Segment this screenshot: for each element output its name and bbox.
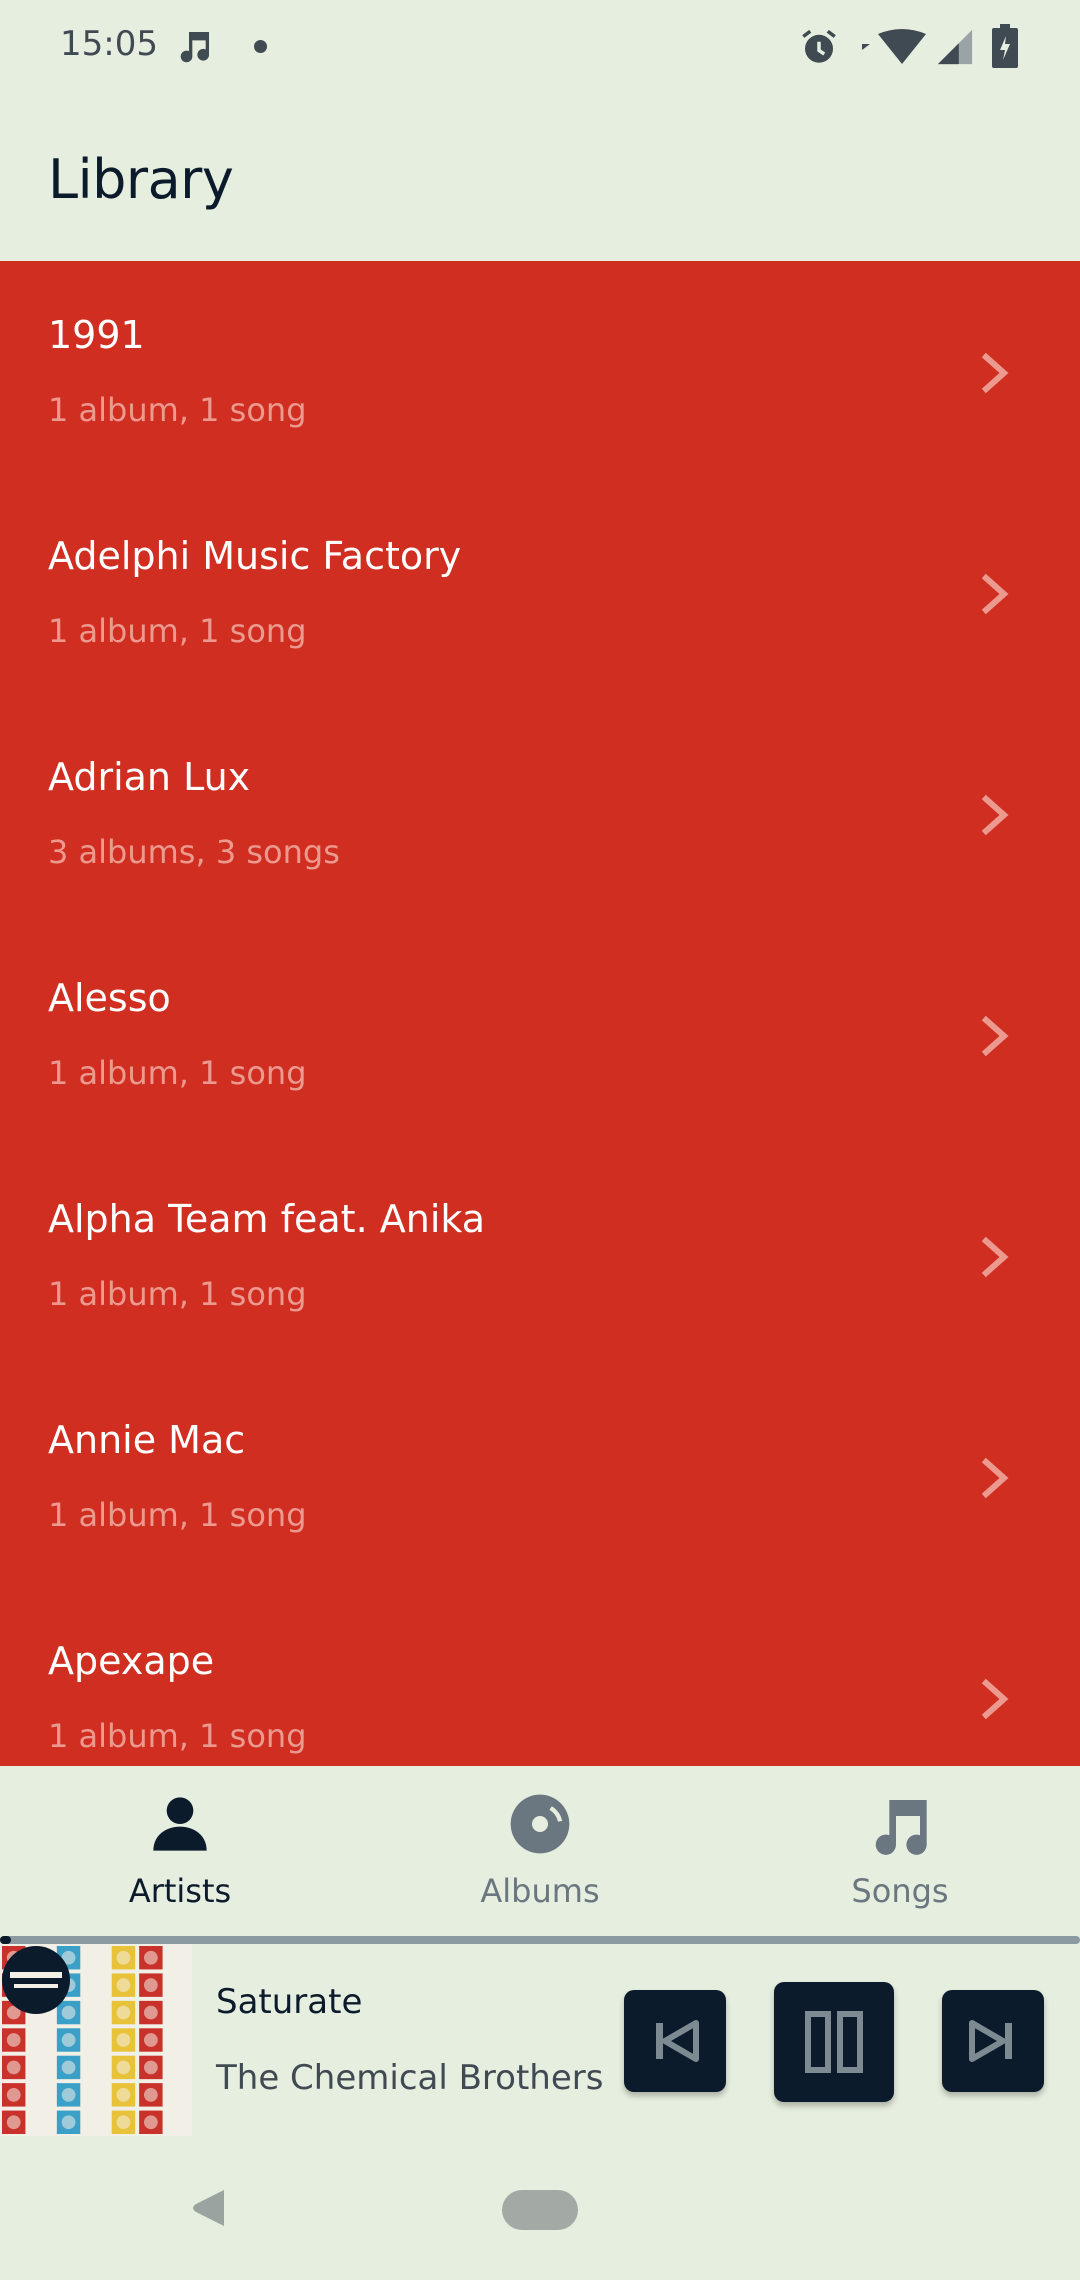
system-nav-bar: [0, 2136, 1080, 2280]
tab-artists[interactable]: Artists: [0, 1766, 360, 1936]
tab-artists-label: Artists: [128, 1872, 232, 1910]
status-time: 15:05: [60, 24, 158, 64]
track-artist: The Chemical Brothers: [216, 2058, 604, 2098]
artist-name: Alesso: [48, 976, 171, 1020]
artist-meta: 1 album, 1 song: [48, 1275, 307, 1313]
chevron-right-icon: [981, 794, 1009, 836]
disc-icon: [510, 1794, 570, 1854]
alarm-icon: [802, 29, 836, 63]
artist-name: Adelphi Music Factory: [48, 534, 462, 578]
artist-list[interactable]: 1991 1 album, 1 song Adelphi Music Factory…: [0, 261, 1080, 1766]
skip-previous-icon: [656, 2020, 699, 2062]
home-pill[interactable]: [502, 2190, 578, 2230]
track-title: Saturate: [216, 1982, 363, 2022]
tab-songs-label: Songs: [851, 1872, 949, 1910]
album-art-image: [0, 1944, 192, 2136]
chevron-right-icon: [981, 1236, 1009, 1278]
now-playing-bar[interactable]: Saturate The Chemical Brothers: [0, 1944, 1080, 2136]
pause-button[interactable]: [774, 1982, 894, 2102]
wifi-icon: [862, 29, 926, 64]
artist-meta: 1 album, 1 song: [48, 1496, 307, 1534]
artist-meta: 1 album, 1 song: [48, 1717, 307, 1755]
artist-meta: 1 album, 1 song: [48, 391, 307, 429]
music-note-icon: [180, 32, 209, 63]
album-art[interactable]: [0, 1944, 192, 2136]
tab-songs[interactable]: Songs: [720, 1766, 1080, 1936]
artist-name: Alpha Team feat. Anika: [48, 1197, 485, 1241]
person-icon: [153, 1797, 207, 1851]
page-title: Library: [48, 148, 234, 211]
dot-icon: [254, 40, 267, 53]
artist-row[interactable]: Adrian Lux 3 albums, 3 songs: [0, 703, 1080, 924]
chevron-right-icon: [981, 1457, 1009, 1499]
artist-row[interactable]: Apexape 1 album, 1 song: [0, 1587, 1080, 1766]
previous-button[interactable]: [624, 1990, 726, 2092]
signal-icon: [937, 29, 973, 65]
bottom-nav: Artists Albums Songs: [0, 1766, 1080, 1936]
artist-row[interactable]: Alpha Team feat. Anika 1 album, 1 song: [0, 1145, 1080, 1366]
artist-row[interactable]: 1991 1 album, 1 song: [0, 261, 1080, 482]
status-bar: 15:05: [0, 0, 1080, 96]
artist-meta: 1 album, 1 song: [48, 1054, 307, 1092]
chevron-right-icon: [981, 573, 1009, 615]
artist-row[interactable]: Annie Mac 1 album, 1 song: [0, 1366, 1080, 1587]
music-note-icon: [875, 1800, 927, 1855]
pause-icon: [805, 2011, 863, 2073]
tab-albums-label: Albums: [480, 1872, 600, 1910]
playback-progress[interactable]: [0, 1936, 1080, 1944]
back-icon[interactable]: [190, 2190, 224, 2226]
artist-name: Annie Mac: [48, 1418, 246, 1462]
chevron-right-icon: [981, 1678, 1009, 1720]
playback-progress-fill: [0, 1936, 11, 1944]
artist-row[interactable]: Alesso 1 album, 1 song: [0, 924, 1080, 1145]
artist-name: Apexape: [48, 1639, 215, 1683]
battery-icon: [992, 24, 1018, 68]
next-button[interactable]: [942, 1990, 1044, 2092]
tab-albums[interactable]: Albums: [360, 1766, 720, 1936]
artist-meta: 3 albums, 3 songs: [48, 833, 340, 871]
skip-next-icon: [969, 2020, 1012, 2062]
artist-row[interactable]: Adelphi Music Factory 1 album, 1 song: [0, 482, 1080, 703]
artist-meta: 1 album, 1 song: [48, 612, 307, 650]
artist-name: 1991: [48, 313, 145, 357]
chevron-right-icon: [981, 352, 1009, 394]
artist-name: Adrian Lux: [48, 755, 251, 799]
chevron-right-icon: [981, 1015, 1009, 1057]
